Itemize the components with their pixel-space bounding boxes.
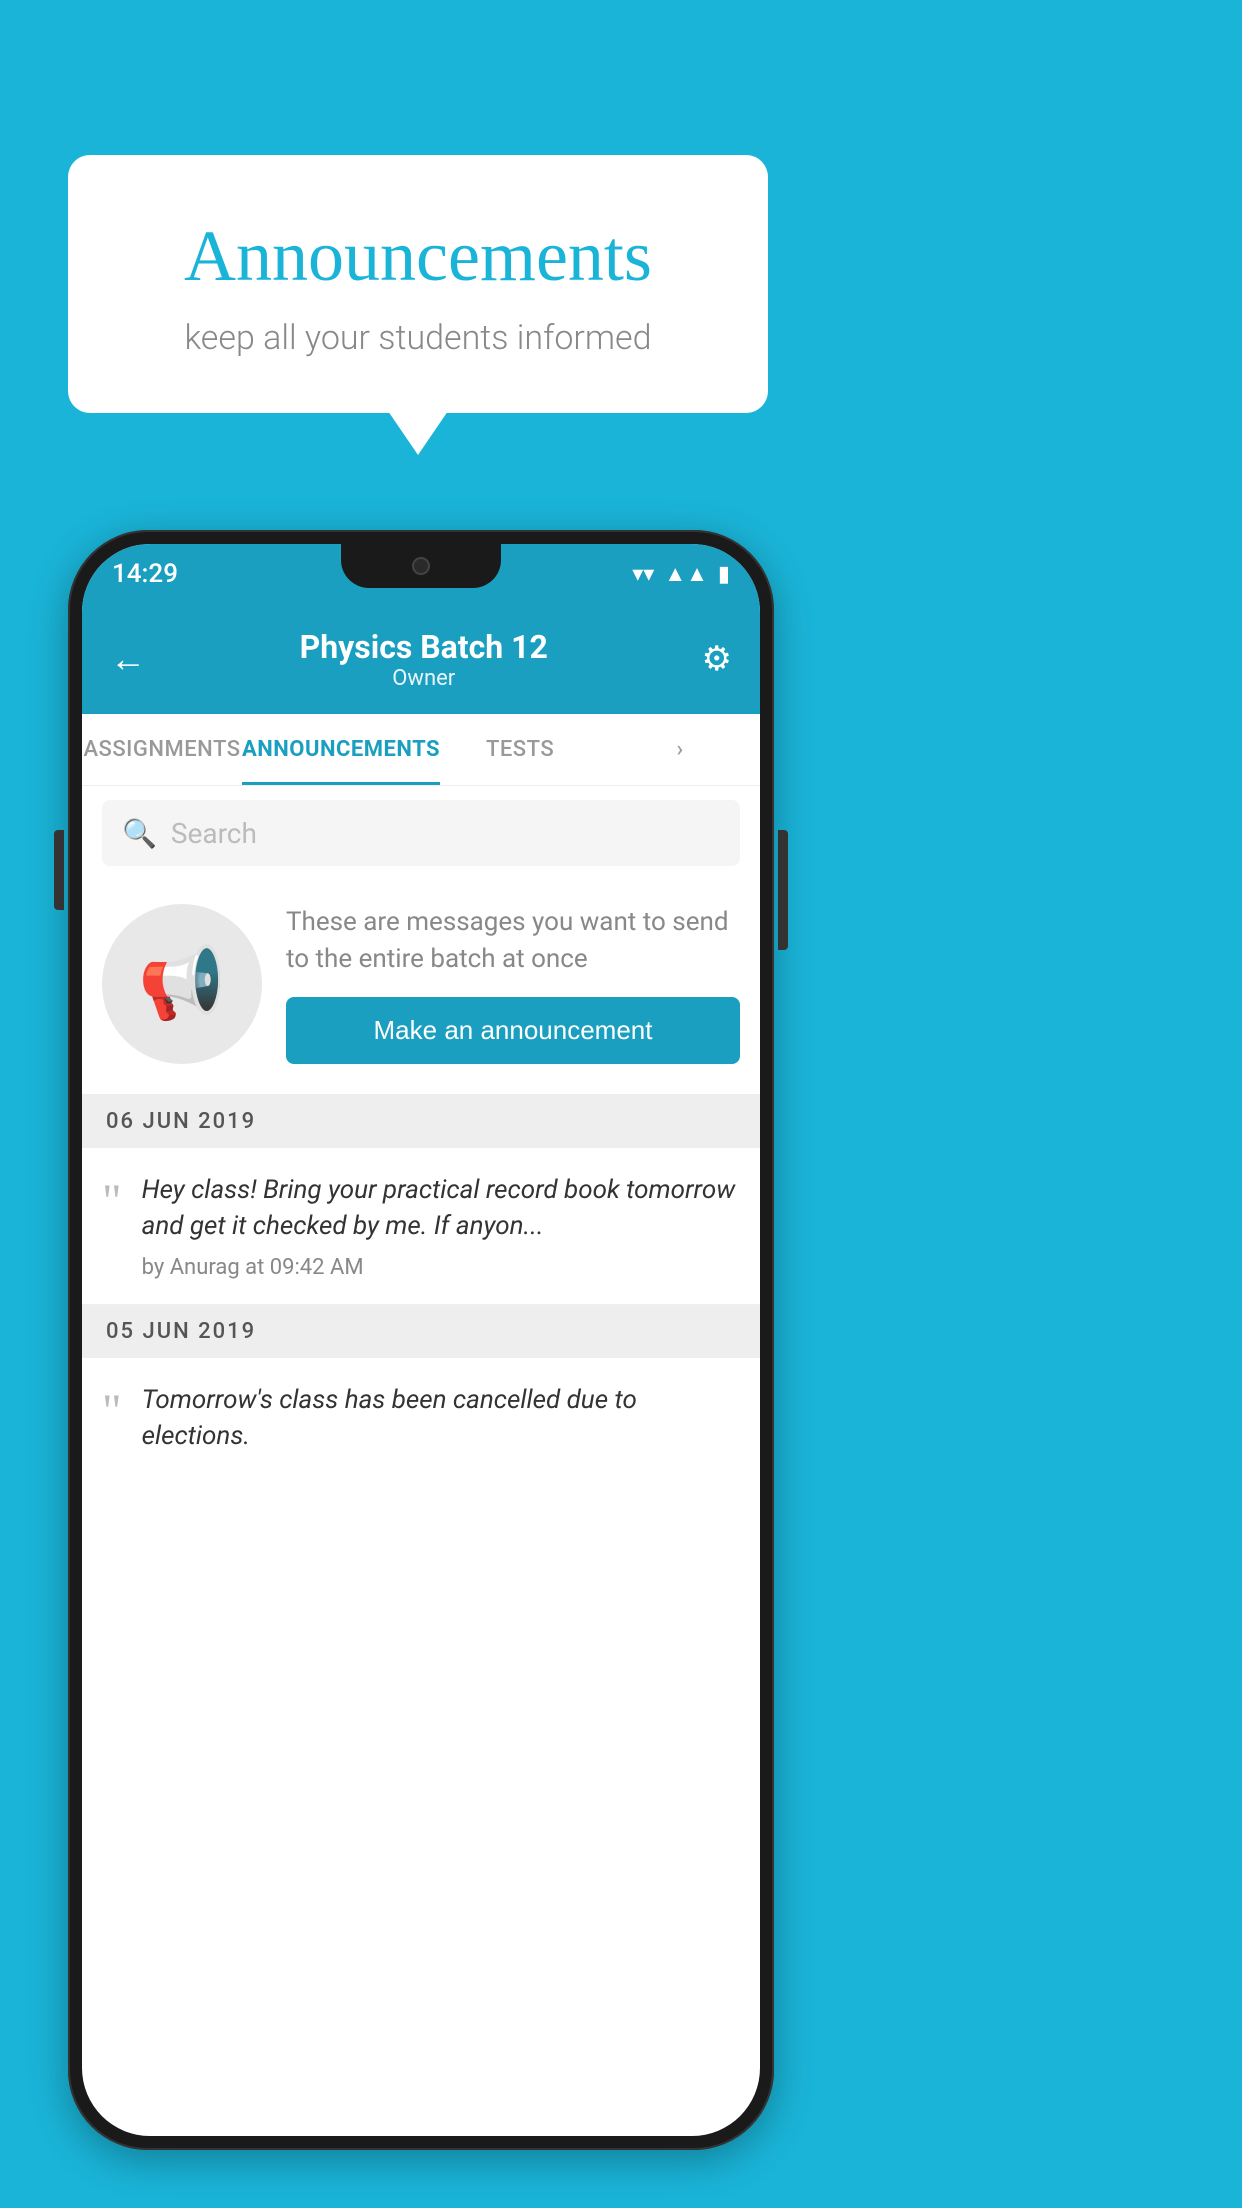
- announcement-item-2[interactable]: " Tomorrow's class has been cancelled du…: [82, 1358, 760, 1489]
- search-input[interactable]: Search: [171, 817, 257, 850]
- phone-mockup: 14:29 ▾▾ ▲▲ ▮ ← Physics Batch 12 Owner ⚙: [68, 530, 774, 2150]
- search-bar[interactable]: 🔍 Search: [102, 800, 740, 866]
- app-header: ← Physics Batch 12 Owner ⚙: [82, 604, 760, 714]
- battery-icon: ▮: [718, 562, 730, 587]
- bubble-title: Announcements: [118, 215, 718, 298]
- announcement-text-1: Hey class! Bring your practical record b…: [142, 1172, 740, 1245]
- date-separator-1: 06 JUN 2019: [82, 1095, 760, 1148]
- wifi-icon: ▾▾: [632, 562, 654, 587]
- promo-description: These are messages you want to send to t…: [286, 904, 740, 977]
- announcement-meta-1: by Anurag at 09:42 AM: [142, 1255, 740, 1280]
- date-separator-2: 05 JUN 2019: [82, 1305, 760, 1358]
- search-icon: 🔍: [122, 817, 157, 850]
- bubble-subtitle: keep all your students informed: [118, 318, 718, 358]
- signal-icon: ▲▲: [664, 561, 708, 587]
- promo-right: These are messages you want to send to t…: [286, 904, 740, 1064]
- make-announcement-button[interactable]: Make an announcement: [286, 997, 740, 1064]
- speech-bubble-container: Announcements keep all your students inf…: [68, 155, 768, 413]
- phone-outer: 14:29 ▾▾ ▲▲ ▮ ← Physics Batch 12 Owner ⚙: [68, 530, 774, 2150]
- promo-icon-circle: 📢: [102, 904, 262, 1064]
- tabs-bar: ASSIGNMENTS ANNOUNCEMENTS TESTS ›: [82, 714, 760, 786]
- header-title: Physics Batch 12: [300, 628, 548, 666]
- status-icons: ▾▾ ▲▲ ▮: [632, 561, 730, 587]
- megaphone-icon: 📢: [138, 943, 225, 1025]
- phone-screen: 14:29 ▾▾ ▲▲ ▮ ← Physics Batch 12 Owner ⚙: [82, 544, 760, 2136]
- status-time: 14:29: [112, 559, 178, 589]
- header-subtitle: Owner: [300, 666, 548, 691]
- tab-tests[interactable]: TESTS: [440, 714, 600, 785]
- speech-bubble: Announcements keep all your students inf…: [68, 155, 768, 413]
- front-camera: [412, 557, 430, 575]
- announcement-text-2: Tomorrow's class has been cancelled due …: [142, 1382, 740, 1455]
- back-button[interactable]: ←: [110, 638, 146, 680]
- quote-icon-1: ": [102, 1178, 122, 1226]
- announcement-item-1[interactable]: " Hey class! Bring your practical record…: [82, 1148, 760, 1305]
- search-container: 🔍 Search: [82, 786, 760, 880]
- tab-more[interactable]: ›: [600, 714, 760, 785]
- settings-icon[interactable]: ⚙: [702, 639, 732, 679]
- announcement-content-1: Hey class! Bring your practical record b…: [142, 1172, 740, 1280]
- announcement-content-2: Tomorrow's class has been cancelled due …: [142, 1382, 740, 1465]
- tab-announcements[interactable]: ANNOUNCEMENTS: [242, 714, 440, 785]
- tab-assignments[interactable]: ASSIGNMENTS: [82, 714, 242, 785]
- header-title-section: Physics Batch 12 Owner: [300, 628, 548, 691]
- phone-notch: [341, 544, 501, 588]
- quote-icon-2: ": [102, 1388, 122, 1436]
- promo-section: 📢 These are messages you want to send to…: [82, 880, 760, 1095]
